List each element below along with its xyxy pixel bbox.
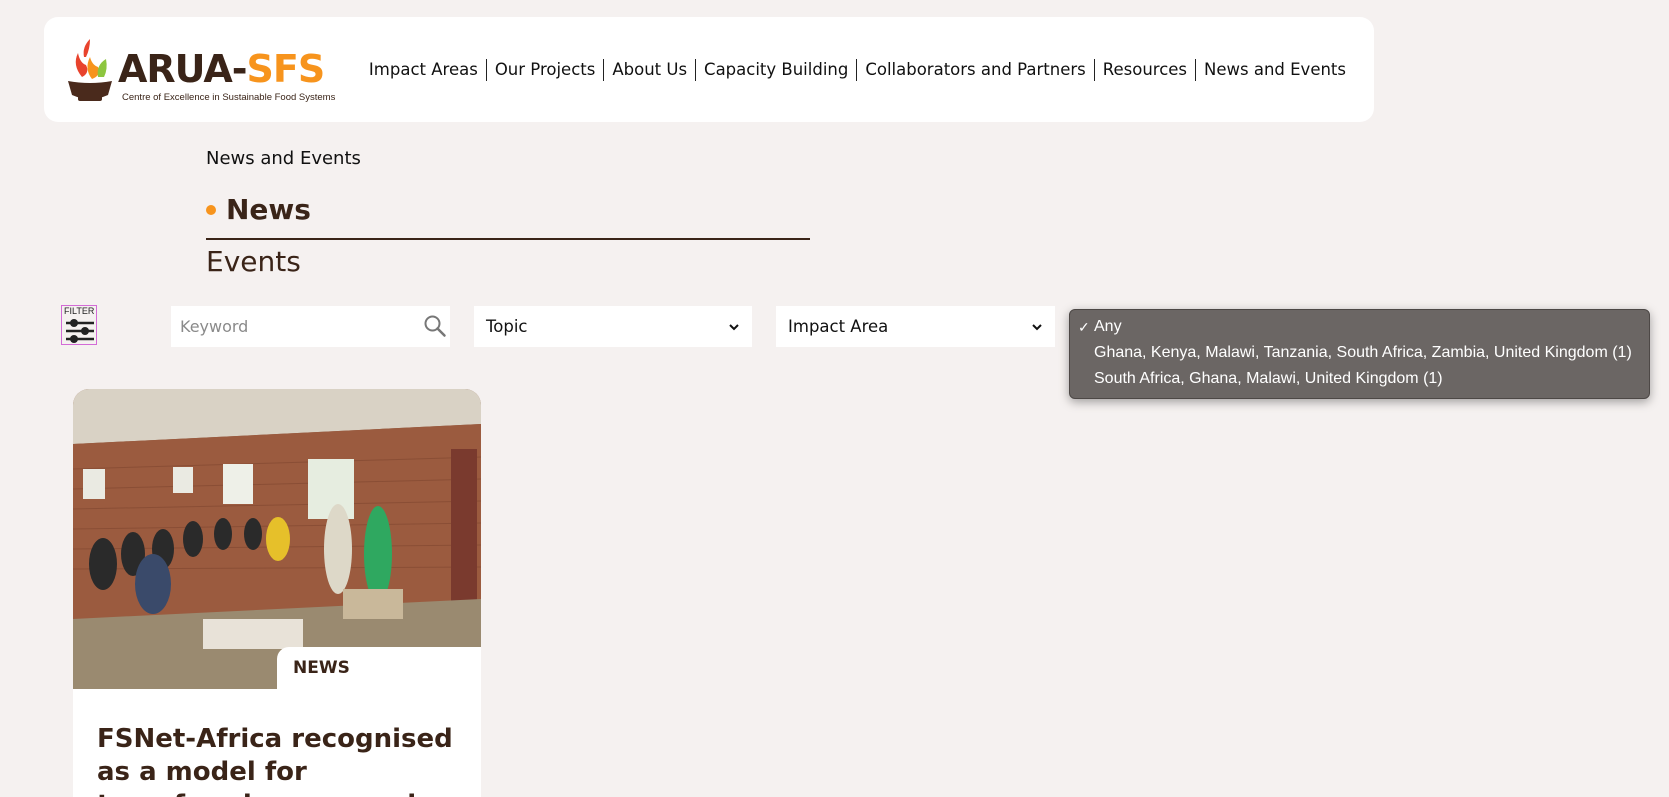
filter-label: FILTER	[64, 306, 95, 316]
tab-divider	[206, 238, 810, 240]
dropdown-option-label: Any	[1094, 318, 1122, 335]
brand-name-orange: SFS	[246, 47, 326, 91]
nav-item-capacity-building[interactable]: Capacity Building	[695, 58, 856, 81]
checkmark-icon: ✓	[1078, 319, 1090, 335]
nav-item-news-events[interactable]: News and Events	[1195, 58, 1354, 81]
country-dropdown-menu: ✓ Any Ghana, Kenya, Malawi, Tanzania, So…	[1069, 309, 1650, 399]
impact-area-select-value: Impact Area	[788, 317, 889, 336]
brand-name-dark: ARUA-	[118, 47, 248, 91]
news-card[interactable]: NEWS FSNet-Africa recognised as a model …	[73, 389, 481, 797]
dropdown-option[interactable]: Ghana, Kenya, Malawi, Tanzania, South Af…	[1094, 341, 1632, 365]
dropdown-option[interactable]: South Africa, Ghana, Malawi, United King…	[1094, 367, 1443, 391]
search-icon[interactable]	[423, 314, 447, 338]
main-nav: Impact Areas Our Projects About Us Capac…	[361, 17, 1354, 122]
breadcrumb: News and Events	[206, 148, 361, 169]
dropdown-option-any[interactable]: ✓ Any	[1078, 315, 1122, 339]
news-badge: NEWS	[277, 647, 481, 692]
keyword-search-input[interactable]	[171, 306, 450, 347]
chevron-down-icon	[1032, 323, 1042, 330]
site-header: ARUA-SFS Centre of Excellence in Sustain…	[44, 17, 1374, 122]
topic-select-value: Topic	[486, 317, 528, 336]
news-card-image	[73, 389, 481, 689]
news-card-title[interactable]: FSNet-Africa recognised as a model for t…	[97, 723, 457, 797]
chevron-down-icon	[729, 323, 739, 330]
brand-tagline: Centre of Excellence in Sustainable Food…	[122, 92, 336, 103]
brand-name: ARUA-SFS	[118, 47, 326, 91]
tab-events[interactable]: Events	[206, 245, 301, 278]
bowl-flame-logo-icon	[68, 39, 112, 101]
nav-item-about-us[interactable]: About Us	[603, 58, 695, 81]
tab-news-label: News	[226, 193, 311, 226]
nav-item-our-projects[interactable]: Our Projects	[485, 58, 604, 81]
nav-item-resources[interactable]: Resources	[1093, 58, 1195, 81]
site-logo[interactable]: ARUA-SFS Centre of Excellence in Sustain…	[62, 35, 362, 105]
nav-item-collaborators[interactable]: Collaborators and Partners	[856, 58, 1093, 81]
nav-item-impact-areas[interactable]: Impact Areas	[361, 59, 486, 81]
impact-area-select[interactable]: Impact Area	[776, 306, 1055, 347]
active-dot-icon	[206, 204, 216, 215]
filter-toggle-button[interactable]: FILTER	[61, 305, 97, 345]
topic-select[interactable]: Topic	[474, 306, 752, 347]
sliders-icon	[66, 319, 94, 343]
tab-news[interactable]: News	[206, 193, 311, 226]
